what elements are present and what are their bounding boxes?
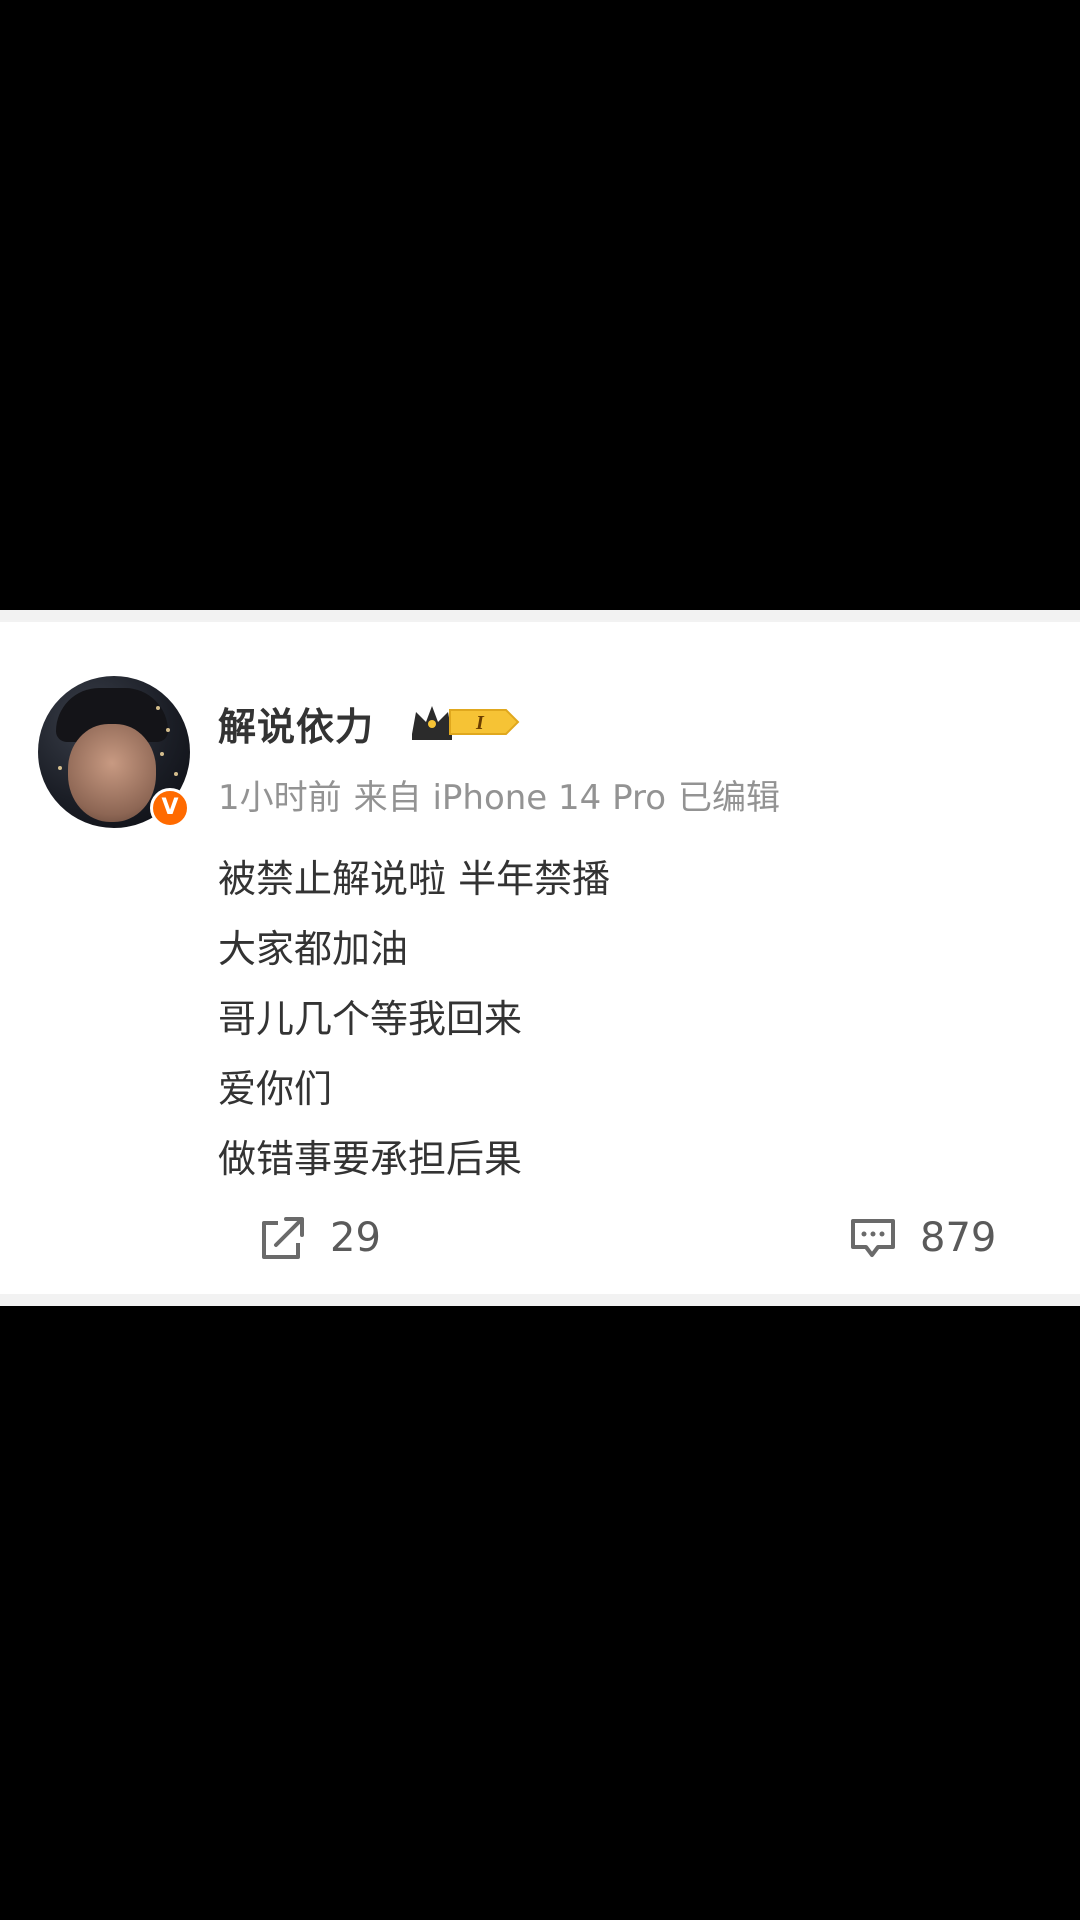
weibo-post-card: V 解说依力 I 1小时前 来自 iPhone 14 Pro 已编辑 被禁止解说啦 … (0, 610, 1080, 1306)
post-source[interactable]: 来自 iPhone 14 Pro (354, 778, 666, 818)
edited-label[interactable]: 已编辑 (678, 778, 780, 818)
post-meta: 1小时前 来自 iPhone 14 Pro 已编辑 (218, 770, 792, 819)
member-level-text: I (475, 712, 485, 734)
post-content: 被禁止解说啦 半年禁播 大家都加油 哥儿几个等我回来 爱你们 做错事要承担后果 (218, 844, 610, 1194)
username[interactable]: 解说依力 (218, 696, 374, 751)
repost-count: 29 (330, 1215, 381, 1261)
content-line: 爱你们 (218, 1067, 333, 1111)
comment-button[interactable]: 879 (848, 1208, 996, 1268)
avatar[interactable]: V (38, 676, 190, 828)
member-level-badge[interactable]: I (408, 700, 520, 744)
verified-badge-icon: V (150, 788, 190, 828)
post-time: 1小时前 (218, 778, 342, 818)
post-actions: 29 879 (0, 1208, 1080, 1268)
share-icon (262, 1217, 304, 1259)
comment-icon (851, 1219, 895, 1257)
content-line: 被禁止解说啦 半年禁播 (218, 857, 611, 901)
content-line: 哥儿几个等我回来 (218, 997, 523, 1041)
content-line: 做错事要承担后果 (218, 1137, 523, 1181)
content-line: 大家都加油 (218, 927, 409, 971)
crown-icon (412, 706, 452, 740)
repost-button[interactable]: 29 (258, 1208, 381, 1268)
comment-count: 879 (920, 1215, 997, 1261)
